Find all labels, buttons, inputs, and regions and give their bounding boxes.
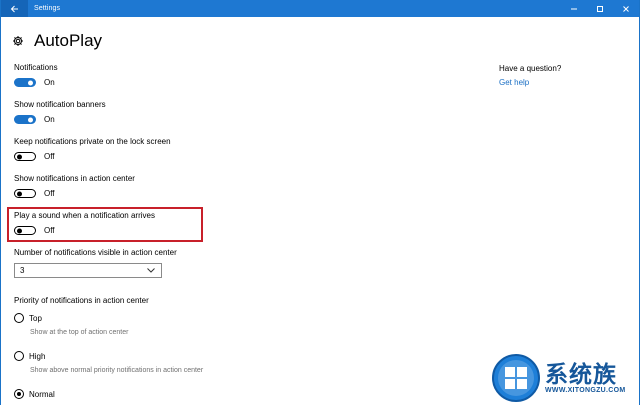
radio-button[interactable] (14, 313, 24, 323)
radio-button[interactable] (14, 351, 24, 361)
toggle-state: Off (44, 152, 55, 161)
setting-action-center: Show notifications in action center Off (14, 174, 135, 198)
window-title: Settings (34, 5, 61, 12)
gear-icon (13, 36, 23, 46)
notifications-toggle[interactable] (14, 78, 36, 87)
banners-toggle[interactable] (14, 115, 36, 124)
watermark-url: WWW.XITONGZU.COM (545, 387, 626, 394)
toggle-state: On (44, 78, 55, 87)
get-help-link[interactable]: Get help (499, 78, 529, 87)
setting-label: Play a sound when a notification arrives (14, 211, 155, 220)
toggle-state: Off (44, 226, 55, 235)
dropdown-value: 3 (20, 266, 25, 275)
setting-label: Show notifications in action center (14, 174, 135, 183)
priority-option-high[interactable]: High (14, 351, 45, 361)
setting-play-sound: Play a sound when a notification arrives… (14, 211, 155, 235)
settings-window: Settings AutoPlay Notifications On Show … (0, 0, 640, 405)
priority-label: Priority of notifications in action cent… (14, 296, 149, 305)
priority-option-top[interactable]: Top (14, 313, 42, 323)
visible-count-dropdown[interactable]: 3 (14, 263, 162, 278)
radio-button[interactable] (14, 389, 24, 399)
radio-label: High (29, 351, 46, 361)
toggle-state: On (44, 115, 55, 124)
priority-option-normal[interactable]: Normal (14, 389, 55, 399)
chevron-down-icon (147, 268, 155, 273)
radio-label: Normal (29, 389, 55, 399)
setting-label: Keep notifications private on the lock s… (14, 137, 171, 146)
back-arrow-icon (10, 5, 18, 12)
setting-notification-banners: Show notification banners On (14, 100, 106, 124)
watermark-text: 系统族 (545, 361, 617, 387)
setting-notifications: Notifications On (14, 63, 58, 87)
action-center-toggle[interactable] (14, 189, 36, 198)
setting-label: Show notification banners (14, 100, 106, 109)
back-button[interactable] (1, 0, 28, 17)
setting-label: Notifications (14, 63, 58, 72)
close-button[interactable] (613, 0, 639, 17)
close-icon (623, 5, 629, 12)
page-title: AutoPlay (34, 31, 103, 50)
setting-lock-screen-private: Keep notifications private on the lock s… (14, 137, 171, 161)
windows-logo-icon (492, 353, 540, 402)
radio-label: Top (29, 313, 42, 323)
option-description: Show at the top of action center (30, 329, 129, 336)
toggle-state: Off (44, 189, 55, 198)
maximize-button[interactable] (587, 0, 613, 17)
visible-count-label: Number of notifications visible in actio… (14, 248, 177, 257)
maximize-icon (597, 5, 603, 12)
minimize-icon (571, 8, 577, 9)
help-heading: Have a question? (499, 64, 562, 73)
play-sound-toggle[interactable] (14, 226, 36, 235)
minimize-button[interactable] (561, 0, 587, 17)
page-header: AutoPlay (12, 31, 102, 51)
option-description: Show above normal priority notifications… (30, 367, 204, 374)
lock-screen-private-toggle[interactable] (14, 152, 36, 161)
watermark: 系统族 WWW.XITONGZU.COM (491, 350, 639, 405)
title-bar: Settings (1, 0, 639, 17)
